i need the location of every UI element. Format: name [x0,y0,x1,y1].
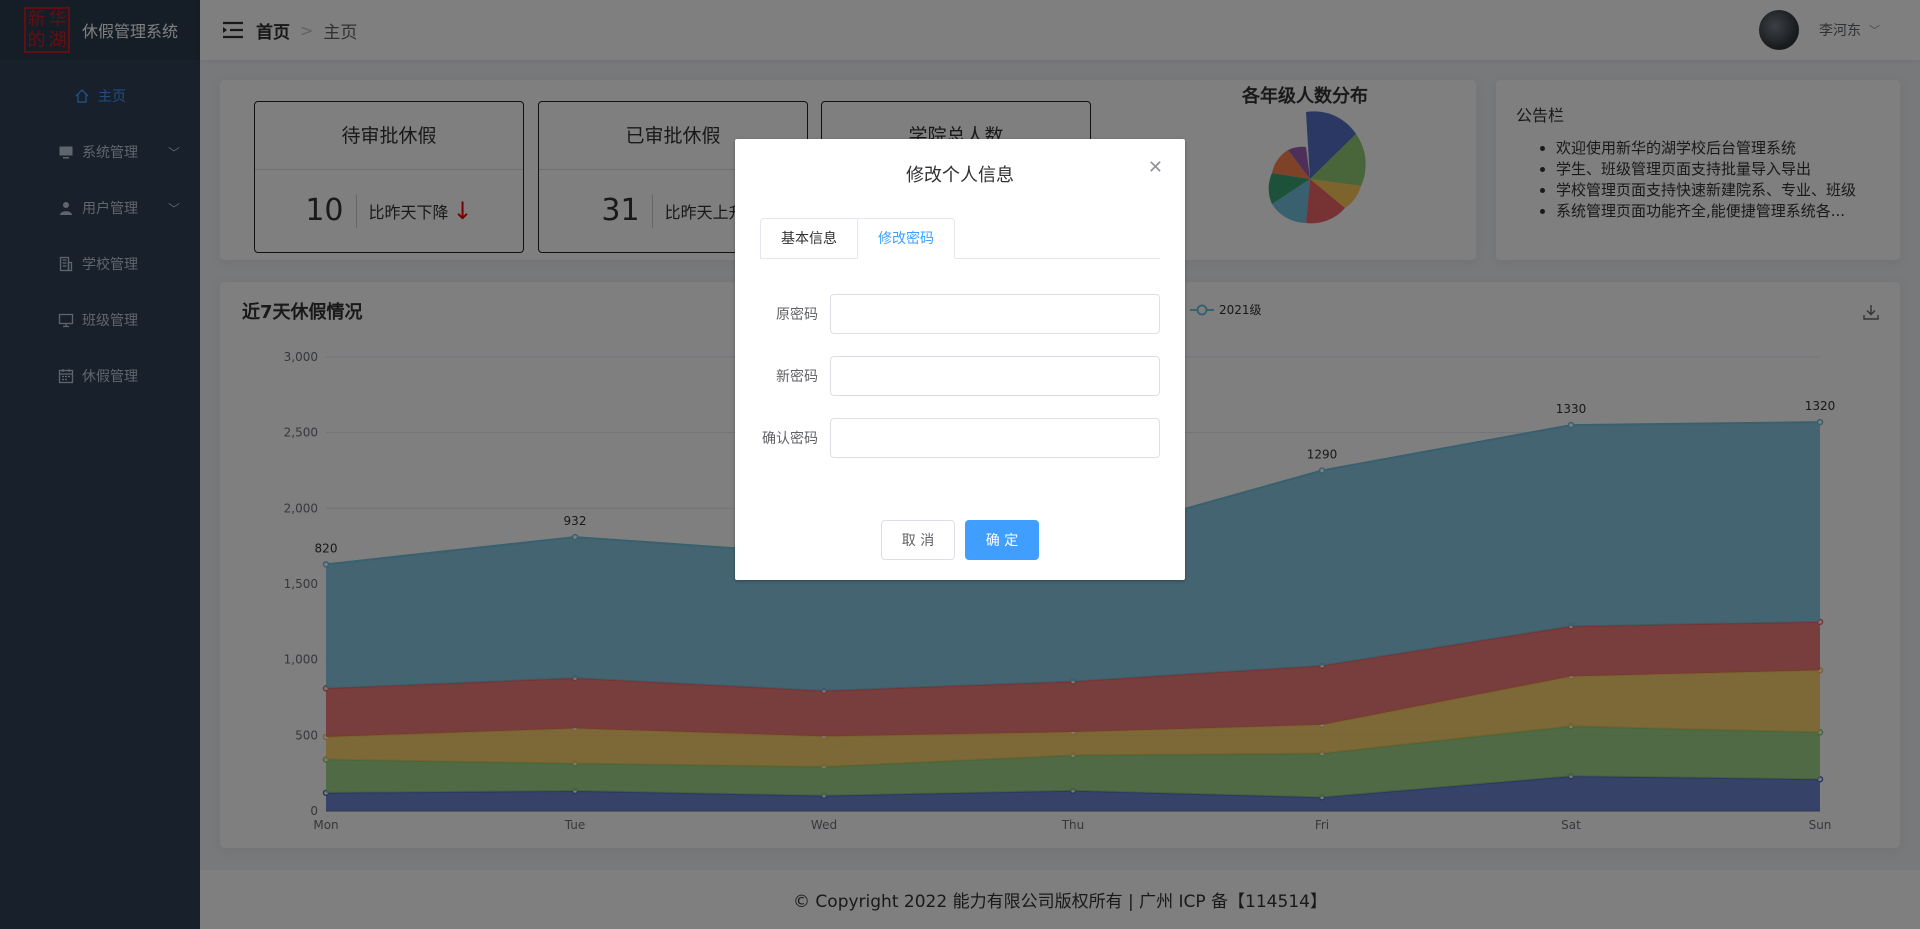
tab-change-password[interactable]: 修改密码 [857,218,955,259]
form-row: 新密码 [755,356,1165,396]
tab-basic-info[interactable]: 基本信息 [760,218,858,259]
close-icon[interactable]: ✕ [1148,157,1163,178]
form-row: 原密码 [755,294,1165,334]
edit-profile-dialog: 修改个人信息 ✕ 基本信息 修改密码 原密码 新密码 确认密码 取 消 确 定 [735,139,1185,580]
confirm-password-field[interactable] [830,418,1160,458]
new-password-field[interactable] [830,356,1160,396]
old-password-label: 原密码 [776,307,818,323]
confirm-button[interactable]: 确 定 [965,520,1039,560]
confirm-password-label: 确认密码 [762,431,818,447]
dialog-tabs: 基本信息 修改密码 [760,218,1160,259]
form-row: 确认密码 [755,418,1165,458]
cancel-button[interactable]: 取 消 [881,520,955,560]
old-password-field[interactable] [830,294,1160,334]
new-password-label: 新密码 [776,369,818,385]
dialog-title: 修改个人信息 [906,165,1014,186]
